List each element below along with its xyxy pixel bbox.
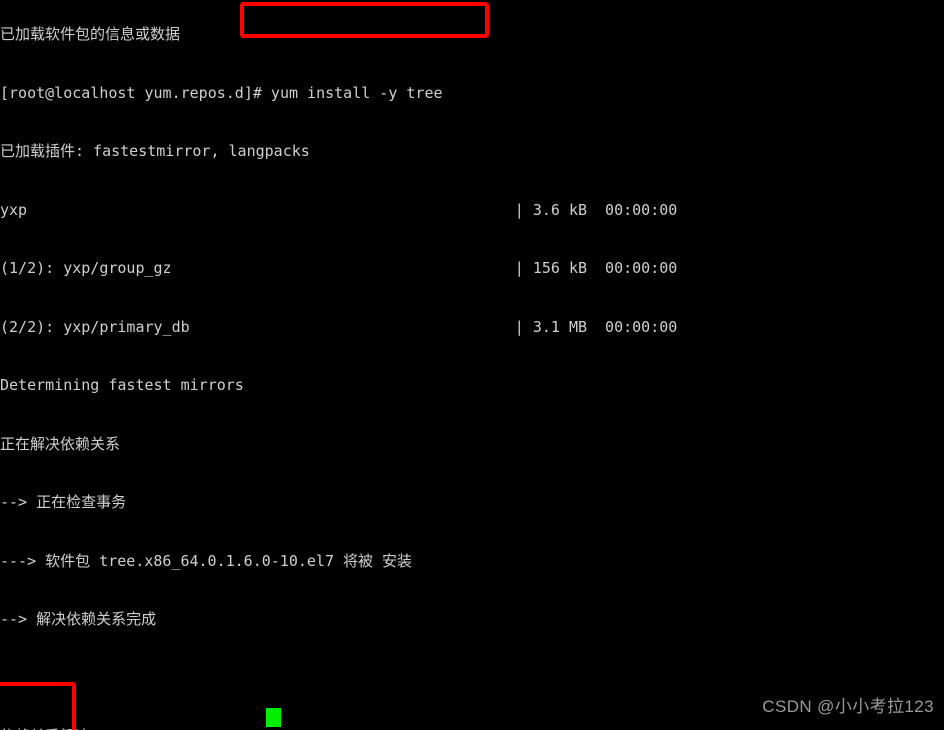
terminal-line: 已加载插件: fastestmirror, langpacks xyxy=(0,142,310,160)
terminal-line: 正在解决依赖关系 xyxy=(0,434,121,453)
terminal-line: yxp | 3.6 kB 00:00:00 xyxy=(0,200,678,219)
terminal-window[interactable]: 已加载软件包的信息或数据 [root@localhost yum.repos.d… xyxy=(0,0,944,730)
terminal-line: ---> 软件包 tree.x86_64.0.1.6.0-10.el7 将被 安… xyxy=(0,551,413,570)
terminal-cursor xyxy=(266,708,281,727)
terminal-line: Determining fastest mirrors xyxy=(0,376,244,394)
terminal-line: (2/2): yxp/primary_db | 3.1 MB 00:00:00 xyxy=(0,317,678,336)
watermark: CSDN @小小考拉123 xyxy=(762,697,934,716)
terminal-line: --> 解决依赖关系完成 xyxy=(0,610,157,628)
terminal-line: (1/2): yxp/group_gz | 156 kB 00:00:00 xyxy=(0,259,678,277)
terminal-output: 已加载软件包的信息或数据 [root@localhost yum.repos.d… xyxy=(0,0,944,730)
terminal-line: --> 正在检查事务 xyxy=(0,493,127,511)
terminal-line: 已加载软件包的信息或数据 xyxy=(0,25,181,43)
terminal-line-command-prompt: [root@localhost yum.repos.d]# yum instal… xyxy=(0,83,443,102)
